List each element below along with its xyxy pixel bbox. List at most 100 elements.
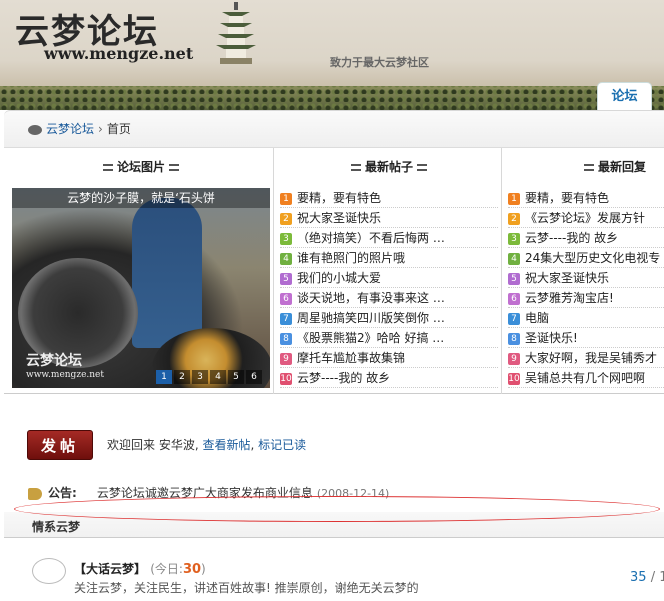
- post-link[interactable]: 《股票熊猫2》哈哈 好搞 …: [297, 331, 444, 345]
- forum-photo-slideshow[interactable]: 云梦的沙子膜，就是‘石头饼 云梦论坛 www.mengze.net 123456: [12, 188, 270, 388]
- post-link[interactable]: 谈天说地，有事没事来这 …: [297, 291, 445, 305]
- reply-item: 7 电脑: [508, 308, 664, 328]
- pagoda-image: [216, 2, 256, 64]
- post-item: 7 周星驰搞笑四川版笑倒你 …: [280, 308, 498, 328]
- rank-number-icon: 5: [280, 273, 292, 285]
- reply-item: 10 吴铺总共有几个网吧啊: [508, 368, 664, 388]
- list-icon: [169, 164, 179, 171]
- list-icon: [350, 164, 361, 171]
- slideshow-page-4[interactable]: 4: [210, 370, 226, 384]
- site-header: 云梦论坛 www.mengze.net 致力于最大云梦社区 论坛: [0, 0, 664, 110]
- photo-watermark: 云梦论坛 www.mengze.net: [26, 353, 104, 380]
- column-title: 最新帖子: [364, 160, 413, 174]
- post-link[interactable]: 云梦----我的 故乡: [297, 371, 390, 385]
- forum-today-count: (今日:30): [150, 562, 206, 577]
- reply-link[interactable]: 圣诞快乐!: [525, 331, 578, 345]
- mark-read-link[interactable]: 标记已读: [258, 438, 306, 452]
- photo-caption[interactable]: 云梦的沙子膜，就是‘石头饼: [12, 188, 270, 208]
- site-url: www.mengze.net: [44, 44, 194, 63]
- post-item: 3 （绝对搞笑）不看后悔两 …: [280, 228, 498, 248]
- slideshow-page-6[interactable]: 6: [246, 370, 262, 384]
- forum-topics-count: 35: [630, 570, 647, 585]
- slideshow-page-2[interactable]: 2: [174, 370, 190, 384]
- forum-name-link[interactable]: 【大话云梦】: [74, 562, 146, 576]
- reply-link[interactable]: 云梦----我的 故乡: [525, 231, 618, 245]
- column-divider: [273, 148, 274, 394]
- slideshow-page-5[interactable]: 5: [228, 370, 244, 384]
- rank-number-icon: 4: [508, 253, 520, 265]
- column-latest-replies-header: 最新回复: [506, 154, 664, 180]
- rank-number-icon: 2: [280, 213, 292, 225]
- reply-link[interactable]: 《云梦论坛》发展方针: [525, 211, 645, 225]
- post-link[interactable]: 祝大家圣诞快乐: [297, 211, 381, 225]
- rank-number-icon: 8: [508, 333, 520, 345]
- column-title: 最新回复: [598, 160, 647, 174]
- rank-number-icon: 6: [280, 293, 292, 305]
- red-highlight-ellipse: [14, 496, 660, 522]
- post-link[interactable]: 我们的小城大爱: [297, 271, 381, 285]
- rank-number-icon: 8: [280, 333, 292, 345]
- forum-posts-count: / 1: [650, 570, 664, 585]
- rank-number-icon: 1: [280, 193, 292, 205]
- breadcrumb-home-link[interactable]: 云梦论坛: [46, 122, 94, 136]
- announcement-label: 公告:: [48, 486, 77, 500]
- forum-bubble-icon: [32, 558, 66, 584]
- post-link[interactable]: 周星驰搞笑四川版笑倒你 …: [297, 311, 445, 325]
- slideshow-page-1[interactable]: 1: [156, 370, 172, 384]
- breadcrumb-bar: 云梦论坛 › 首页: [4, 110, 664, 148]
- new-post-button[interactable]: 发帖: [27, 430, 93, 460]
- slideshow-page-3[interactable]: 3: [192, 370, 208, 384]
- reply-link[interactable]: 云梦雅芳淘宝店!: [525, 291, 614, 305]
- category-title[interactable]: 情系云梦: [32, 518, 80, 535]
- column-divider: [501, 148, 502, 394]
- rank-number-icon: 3: [508, 233, 520, 245]
- site-slogan: 致力于最大云梦社区: [330, 56, 429, 69]
- rank-number-icon: 7: [280, 313, 292, 325]
- post-link[interactable]: 摩托车尴尬事故集锦: [297, 351, 405, 365]
- post-item: 8 《股票熊猫2》哈哈 好搞 …: [280, 328, 498, 348]
- post-item: 5 我们的小城大爱: [280, 268, 498, 288]
- latest-posts-list: 1 要精，要有特色 2 祝大家圣诞快乐 3 （绝对搞笑）不看后悔两 … 4 谁有艳照门的照片哦…: [280, 188, 498, 388]
- reply-link[interactable]: 祝大家圣诞快乐: [525, 271, 609, 285]
- breadcrumb-current: 首页: [106, 122, 131, 136]
- post-link[interactable]: （绝对搞笑）不看后悔两 …: [297, 231, 445, 245]
- welcome-bar: 欢迎回来 安华波, 查看新帖, 标记已读: [107, 438, 307, 452]
- rank-number-icon: 10: [508, 373, 520, 385]
- portal-panel: 论坛图片 最新帖子 最新回复 云梦的沙子膜，就是‘石头饼 云梦论坛 www.me…: [4, 148, 664, 394]
- reply-link[interactable]: 要精，要有特色: [525, 191, 609, 205]
- forum-name: 【大话云梦】 (今日:30): [74, 560, 206, 577]
- tab-forum[interactable]: 论坛: [597, 82, 652, 110]
- reply-item: 6 云梦雅芳淘宝店!: [508, 288, 664, 308]
- reply-item: 1 要精，要有特色: [508, 188, 664, 208]
- reply-item: 2 《云梦论坛》发展方针: [508, 208, 664, 228]
- reply-link[interactable]: 24集大型历史文化电视专: [525, 251, 660, 265]
- rank-number-icon: 1: [508, 193, 520, 205]
- rank-number-icon: 9: [280, 353, 292, 365]
- photo-person: [132, 198, 202, 348]
- post-item: 2 祝大家圣诞快乐: [280, 208, 498, 228]
- post-link[interactable]: 谁有艳照门的照片哦: [297, 251, 405, 265]
- latest-replies-list: 1 要精，要有特色 2 《云梦论坛》发展方针 3 云梦----我的 故乡 4 24集大型历史文…: [508, 188, 664, 388]
- reply-item: 5 祝大家圣诞快乐: [508, 268, 664, 288]
- reply-item: 4 24集大型历史文化电视专: [508, 248, 664, 268]
- reply-link[interactable]: 大家好啊，我是吴铺秀才: [525, 351, 657, 365]
- rank-number-icon: 2: [508, 213, 520, 225]
- forum-row: 【大话云梦】 (今日:30) 关注云梦，关注民生，讲述百姓故事! 推崇原创，谢绝…: [4, 548, 664, 601]
- reply-item: 9 大家好啊，我是吴铺秀才: [508, 348, 664, 368]
- post-item: 9 摩托车尴尬事故集锦: [280, 348, 498, 368]
- post-link[interactable]: 要精，要有特色: [297, 191, 381, 205]
- rank-number-icon: 6: [508, 293, 520, 305]
- rank-number-icon: 7: [508, 313, 520, 325]
- reply-link[interactable]: 电脑: [525, 311, 549, 325]
- slideshow-pager: 123456: [156, 370, 262, 384]
- column-forum-images-header: 论坛图片: [12, 154, 270, 180]
- rank-number-icon: 10: [280, 373, 292, 385]
- rank-number-icon: 5: [508, 273, 520, 285]
- post-item: 6 谈天说地，有事没事来这 …: [280, 288, 498, 308]
- forum-stats: 35 / 1: [630, 570, 664, 585]
- reply-link[interactable]: 吴铺总共有几个网吧啊: [525, 371, 645, 385]
- list-icon: [102, 164, 113, 171]
- view-new-posts-link[interactable]: 查看新帖: [202, 438, 250, 452]
- rank-number-icon: 9: [508, 353, 520, 365]
- rank-number-icon: 4: [280, 253, 292, 265]
